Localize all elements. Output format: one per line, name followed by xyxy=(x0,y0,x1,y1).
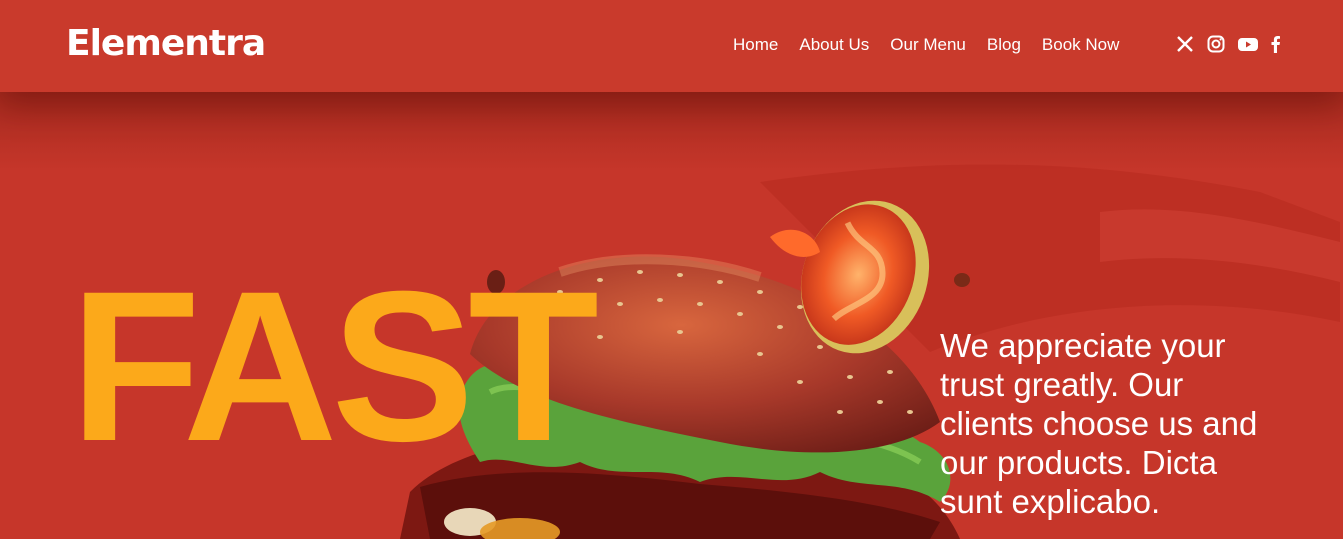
nav-about-us[interactable]: About Us xyxy=(799,34,869,56)
site-header: Elementra Home About Us Our Menu Blog Bo… xyxy=(0,0,1343,92)
youtube-icon[interactable] xyxy=(1237,34,1258,54)
hero-headline: FAST xyxy=(70,247,599,486)
main-nav: Home About Us Our Menu Blog Book Now xyxy=(733,34,1140,56)
logo[interactable]: Elementra xyxy=(66,24,266,64)
x-icon[interactable] xyxy=(1175,34,1195,54)
hero-section: FAST We appreciate your trust greatly. O… xyxy=(0,92,1343,539)
nav-book-now[interactable]: Book Now xyxy=(1042,34,1119,56)
instagram-icon[interactable] xyxy=(1206,34,1226,54)
nav-blog[interactable]: Blog xyxy=(987,34,1021,56)
facebook-icon[interactable] xyxy=(1268,34,1288,54)
nav-home[interactable]: Home xyxy=(733,34,778,56)
nav-our-menu[interactable]: Our Menu xyxy=(890,34,966,56)
social-links xyxy=(1175,34,1288,54)
hero-tagline: We appreciate your trust greatly. Our cl… xyxy=(940,327,1258,520)
